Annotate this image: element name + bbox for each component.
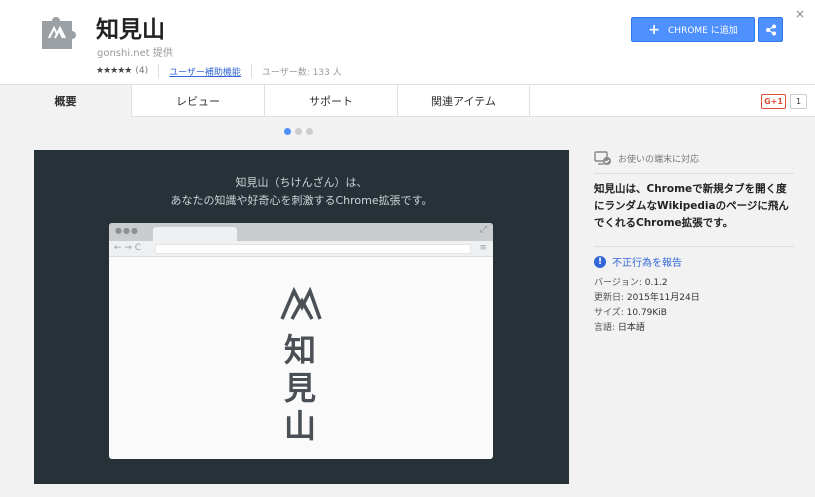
carousel-dot[interactable]	[306, 128, 313, 135]
tab-reviews[interactable]: レビュー	[132, 85, 265, 117]
browser-toolbar: ← → C ≡	[109, 241, 493, 257]
divider	[594, 246, 794, 247]
alert-icon: !	[594, 255, 606, 268]
user-count: ユーザー数: 133 人	[261, 67, 342, 78]
tab-support[interactable]: サポート	[265, 85, 398, 117]
share-button[interactable]	[758, 17, 783, 42]
window-controls-icon: ●●●	[115, 226, 139, 235]
chikenzan-logo-icon	[280, 287, 322, 320]
nav-arrows-icon: ← → C	[114, 243, 142, 253]
close-icon[interactable]: ×	[795, 7, 805, 21]
updated-info: 更新日: 2015年11月24日	[594, 290, 700, 303]
compatibility-note: お使いの端末に対応	[594, 148, 794, 168]
version-label: バージョン:	[594, 278, 642, 288]
divider	[250, 64, 252, 78]
compatibility-text: お使いの端末に対応	[618, 154, 700, 165]
version-info: バージョン: 0.1.2	[594, 275, 668, 288]
report-abuse-label: 不正行為を報告	[612, 258, 682, 269]
carousel-dot[interactable]	[295, 128, 302, 135]
divider	[594, 173, 794, 174]
language-label: 言語:	[594, 323, 616, 333]
tab-related[interactable]: 関連アイテム	[398, 85, 530, 117]
extension-puzzle-icon	[42, 17, 76, 49]
extension-header: 知見山 gonshi.net 提供 ★★★★★ (4) ユーザー補助機能 ユーザ…	[0, 0, 815, 84]
updated-label: 更新日:	[594, 293, 625, 303]
extension-description: 知見山は、Chromeで新規タブを開く度にランダムなWikipediaのページに…	[594, 183, 789, 229]
google-plus-count: 1	[790, 94, 807, 109]
extension-provider: gonshi.net 提供	[97, 48, 173, 59]
tab-bar: 概要 レビュー サポート 関連アイテム G+1 1	[0, 84, 815, 117]
google-plus-button[interactable]: G+1	[761, 94, 786, 109]
browser-url-bar	[155, 244, 471, 254]
logo-char-zan: 山	[283, 407, 316, 445]
report-abuse-link[interactable]: ! 不正行為を報告	[594, 254, 682, 269]
category-link[interactable]: ユーザー補助機能	[169, 65, 241, 78]
language-info: 言語: 日本語	[594, 320, 645, 333]
slide-caption-line-1: 知見山（ちけんざん）は、	[235, 176, 368, 189]
extension-meta: ★★★★★ (4) ユーザー補助機能 ユーザー数: 133 人	[96, 64, 342, 78]
add-to-chrome-label: CHROME に追加	[668, 26, 738, 36]
size-info: サイズ: 10.79KiB	[594, 305, 667, 318]
menu-icon: ≡	[479, 243, 487, 253]
rating-count[interactable]: (4)	[135, 66, 148, 76]
share-icon	[765, 24, 776, 35]
updated-value: 2015年11月24日	[626, 293, 700, 303]
size-label: サイズ:	[594, 308, 624, 318]
screenshot-slide[interactable]: 知見山（ちけんざん）は、 あなたの知識や好奇心を刺激するChrome拡張です。 …	[34, 150, 569, 484]
size-value: 10.79KiB	[626, 308, 667, 318]
device-check-icon	[594, 151, 611, 165]
browser-mockup: ●●● ⤢ ← → C ≡ 知 見 山	[109, 223, 493, 459]
browser-tabstrip: ●●● ⤢	[109, 223, 493, 241]
carousel-dot[interactable]	[284, 128, 291, 135]
rating-stars-icon[interactable]: ★★★★★	[96, 66, 132, 76]
divider	[158, 64, 160, 78]
slide-caption-line-2: あなたの知識や好奇心を刺激するChrome拡張です。	[170, 194, 433, 207]
add-to-chrome-button[interactable]: + CHROME に追加	[631, 17, 755, 42]
carousel-dots	[284, 128, 313, 135]
browser-tab	[153, 227, 237, 241]
language-value: 日本語	[617, 323, 645, 333]
tab-overview[interactable]: 概要	[0, 85, 132, 117]
plus-icon: +	[648, 21, 661, 38]
extension-title: 知見山	[96, 17, 165, 43]
version-value: 0.1.2	[644, 278, 668, 288]
maximize-icon: ⤢	[479, 225, 487, 235]
